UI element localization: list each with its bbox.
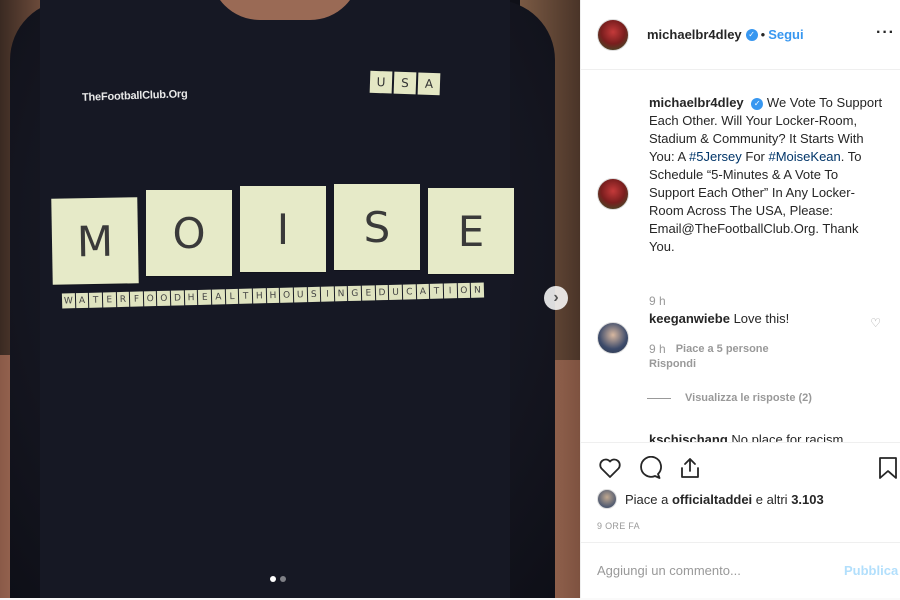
strip-letter-tile: L	[225, 288, 239, 305]
strip-letter-tile: T	[89, 292, 103, 308]
add-comment-bar: Pubblica	[581, 542, 900, 598]
likes-count[interactable]: 3.103	[791, 492, 824, 507]
commenter-username[interactable]: keeganwiebe	[649, 311, 730, 326]
letter-tile: S	[393, 71, 417, 95]
divider-line	[647, 397, 671, 399]
likes-prefix: Piace a	[625, 491, 672, 507]
comment-item: kschischang No place for racism	[649, 432, 843, 442]
strip-letter-tile: U	[293, 287, 307, 303]
reply-button[interactable]: Rispondi	[649, 358, 696, 370]
strip-letter-tile: S	[307, 286, 321, 303]
comment-likes[interactable]: Piace a 5 persone	[676, 343, 769, 355]
caption-avatar[interactable]	[597, 178, 629, 210]
caption-username[interactable]: michaelbr4dley	[649, 95, 744, 110]
strip-letter-tile: N	[470, 282, 484, 298]
strip-letter-tile: E	[198, 289, 212, 305]
strip-letter-tile: A	[416, 283, 430, 300]
letter-tile: S	[334, 184, 420, 270]
commenter-username[interactable]: kschischang	[649, 432, 728, 442]
letter-tile: I	[240, 186, 326, 272]
follow-button[interactable]: Segui	[768, 27, 803, 42]
next-photo-button[interactable]: ›	[544, 286, 568, 310]
verified-badge-icon: ✓	[745, 28, 758, 41]
author-username[interactable]: michaelbr4dley	[647, 27, 742, 42]
strip-letter-tile: H	[252, 288, 266, 304]
strip-letter-tile: O	[143, 291, 157, 307]
strip-letter-tile: A	[211, 289, 225, 305]
caption-time[interactable]: 9 h	[649, 294, 666, 308]
strip-letter-tile: C	[402, 284, 416, 300]
strip-letter-tile: G	[348, 285, 362, 302]
caption-body: For	[741, 149, 769, 164]
usa-tiles: U S A	[369, 70, 441, 96]
strip-letter-tile: O	[280, 287, 294, 303]
comment-time[interactable]: 9 h	[649, 342, 666, 356]
letter-tile: U	[369, 70, 393, 94]
liker-avatar	[597, 489, 617, 509]
comment-body: Love this!	[733, 311, 790, 326]
comment-input[interactable]	[597, 563, 827, 578]
chevron-right-icon: ›	[553, 289, 559, 306]
strip-letter-tile: O	[457, 282, 471, 299]
post-photo[interactable]: TheFootballClub.Org U S A M O I S E WATE…	[0, 0, 580, 598]
post-sidebar: michaelbr4dley ✓ • Segui ··· michaelbr4d…	[580, 0, 900, 598]
more-options-icon[interactable]: ···	[876, 24, 895, 42]
likes-suffix: e altri	[752, 491, 792, 507]
likes-summary[interactable]: Piace a officialtaddei e altri 3.103	[597, 489, 824, 509]
comment-meta: 9 h Piace a 5 persone	[649, 342, 869, 356]
letter-tile: M	[51, 197, 139, 285]
bookmark-icon[interactable]	[875, 455, 900, 481]
letter-tile: O	[146, 190, 232, 276]
hashtag-link[interactable]: #5Jersey	[689, 149, 742, 164]
carousel-dot-active	[270, 576, 276, 582]
letter-tile: A	[417, 72, 441, 96]
strip-letter-tile: R	[116, 291, 130, 308]
strip-letter-tile: W	[61, 293, 75, 309]
moise-tiles: M O I S E	[51, 184, 514, 285]
like-comment-heart-icon[interactable]: ♡	[870, 316, 881, 330]
publish-button[interactable]: Pubblica	[844, 563, 898, 578]
comments-list[interactable]: michaelbr4dley ✓ We Vote To Support Each…	[581, 70, 900, 442]
comment-text: keeganwiebe Love this!	[649, 310, 869, 328]
comment-body: No place for racism	[731, 432, 844, 442]
strip-letter-tile: I	[320, 286, 334, 302]
strip-letter-tile: E	[102, 292, 116, 308]
liker-username[interactable]: officialtaddei	[672, 492, 752, 507]
like-heart-icon[interactable]	[597, 455, 623, 481]
strip-letter-tile: T	[430, 283, 444, 299]
verified-badge-icon: ✓	[751, 97, 764, 110]
view-replies-button[interactable]: Visualizza le risposte (2)	[647, 392, 812, 404]
carousel-indicator	[270, 576, 286, 582]
strip-letter-tile: D	[375, 284, 389, 301]
likes-text: Piace a officialtaddei e altri 3.103	[625, 492, 824, 507]
separator: •	[760, 27, 766, 42]
commenter-avatar[interactable]	[597, 322, 629, 354]
author-avatar[interactable]	[597, 18, 629, 51]
caption-text: michaelbr4dley ✓ We Vote To Support Each…	[649, 94, 887, 256]
strip-letter-tile: D	[170, 290, 184, 306]
strip-letter-tile: H	[184, 289, 198, 306]
post-header: michaelbr4dley ✓ • Segui ···	[581, 0, 900, 70]
action-icons	[597, 455, 703, 481]
post-viewer: TheFootballClub.Org U S A M O I S E WATE…	[0, 0, 900, 598]
share-icon[interactable]	[677, 455, 703, 481]
strip-letter-tile: O	[157, 290, 171, 307]
post-actions: Piace a officialtaddei e altri 3.103 9 O…	[581, 442, 900, 542]
letter-tile: E	[428, 188, 514, 274]
strip-letter-tile: H	[266, 287, 280, 304]
strip-letter-tile: T	[239, 288, 253, 304]
view-replies-label: Visualizza le risposte (2)	[685, 392, 812, 404]
strip-letter-tile: A	[75, 292, 89, 309]
caption-body: . To Schedule “5-Minutes & A Vote To Sup…	[649, 149, 862, 254]
strip-letter-tile: N	[334, 286, 348, 302]
carousel-dot	[280, 576, 286, 582]
strip-letter-tile: U	[389, 284, 403, 300]
strip-letter-tile: F	[130, 291, 144, 307]
post-date[interactable]: 9 ORE FA	[597, 521, 640, 531]
comment-bubble-icon[interactable]	[637, 455, 663, 481]
hashtag-link[interactable]: #MoiseKean	[769, 149, 841, 164]
strip-letter-tile: I	[443, 283, 457, 299]
strip-letter-tile: E	[361, 285, 375, 301]
